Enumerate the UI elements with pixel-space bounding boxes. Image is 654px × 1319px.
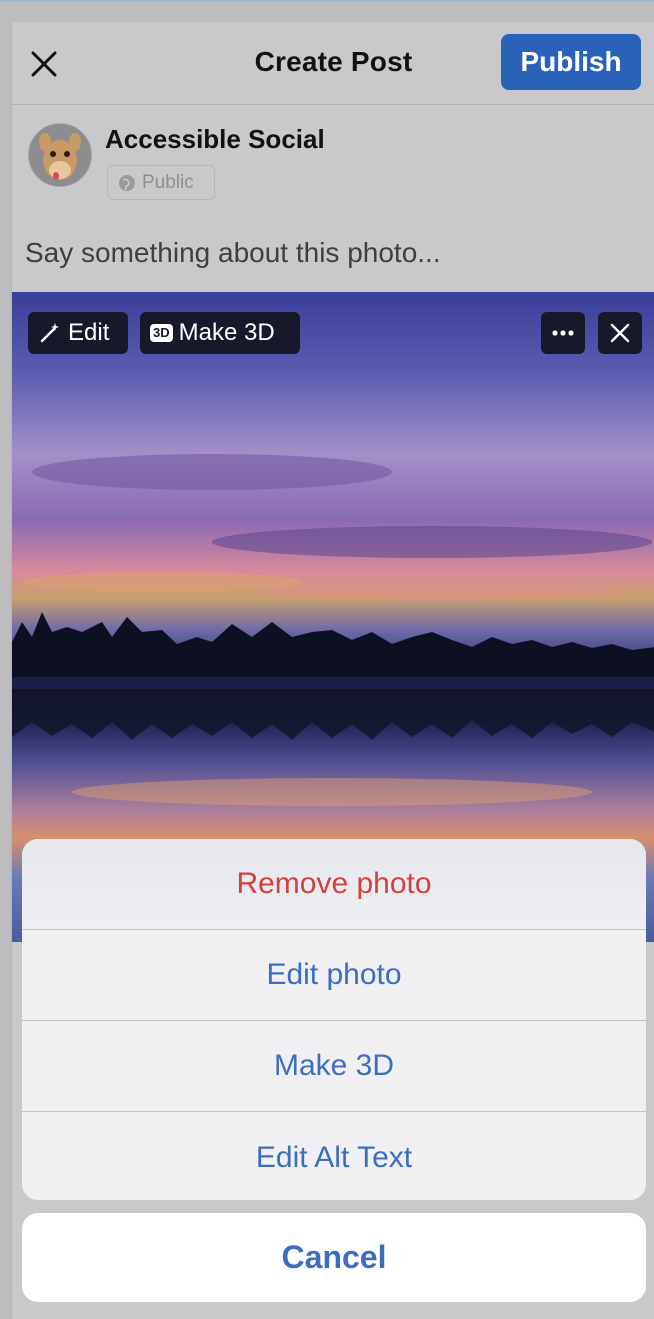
make-3d-option[interactable]: Make 3D [22,1021,646,1112]
screen: Create Post Publish Accessible Social Pu… [0,0,654,1319]
3d-badge-icon: 3D [150,324,173,342]
globe-icon [119,174,135,191]
ellipsis-icon [552,330,574,336]
make-3d-button[interactable]: 3D Make 3D [140,312,300,354]
action-sheet: Remove photo Edit photo Make 3D Edit Alt… [22,839,646,1200]
edit-alt-text-option[interactable]: Edit Alt Text [22,1112,646,1200]
more-options-button[interactable] [541,312,585,354]
make-3d-label: Make 3D [178,319,275,346]
status-strip [0,0,654,2]
header: Create Post Publish [12,22,654,105]
edit-photo-button[interactable]: Edit [28,312,128,354]
remove-photo-option[interactable]: Remove photo [22,839,646,930]
account-name: Accessible Social [105,124,325,154]
edit-label: Edit [68,319,110,346]
edit-photo-option[interactable]: Edit photo [22,930,646,1021]
cancel-button[interactable]: Cancel [22,1213,646,1302]
close-icon [610,323,630,343]
avatar[interactable] [28,123,92,187]
remove-photo-x-button[interactable] [598,312,642,354]
magic-wand-icon [40,323,59,343]
publish-button[interactable]: Publish [501,34,641,90]
privacy-selector[interactable]: Public [107,165,215,200]
post-text-input[interactable]: Say something about this photo... [25,237,441,269]
camel-avatar-icon [29,124,91,186]
privacy-label: Public [142,171,194,193]
